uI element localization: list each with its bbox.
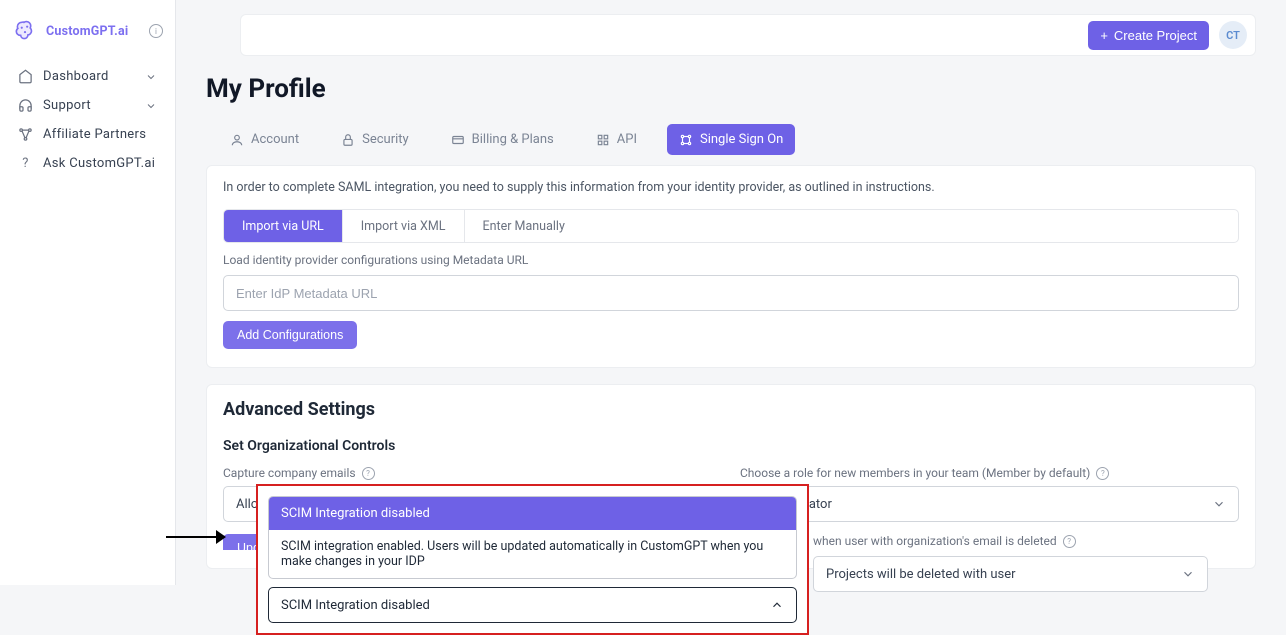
brand-logo[interactable]: CustomGPT.ai i xyxy=(12,18,163,44)
sidebar-item-dashboard[interactable]: Dashboard xyxy=(12,62,163,91)
subtab-import-xml[interactable]: Import via XML xyxy=(343,210,465,242)
sidebar: CustomGPT.ai i Dashboard Support Affilia… xyxy=(0,0,176,585)
subtab-label: Enter Manually xyxy=(483,219,565,234)
advanced-settings-title: Advanced Settings xyxy=(223,399,1239,420)
network-icon xyxy=(18,127,33,142)
tab-label: Billing & Plans xyxy=(472,132,554,147)
sidebar-label: Ask CustomGPT.ai xyxy=(43,156,155,171)
tab-account[interactable]: Account xyxy=(218,124,311,155)
label-text: when user with organization's email is d… xyxy=(813,534,1057,548)
add-configurations-label: Add Configurations xyxy=(237,328,343,342)
delete-user-column: when user with organization's email is d… xyxy=(813,534,1208,592)
scim-option-disabled[interactable]: SCIM Integration disabled xyxy=(269,497,796,530)
metadata-hint: Load identity provider configurations us… xyxy=(223,253,1239,267)
scim-dropdown-panel: SCIM Integration disabled SCIM integrati… xyxy=(256,484,809,635)
label-text: Capture company emails xyxy=(223,466,356,480)
scim-option-enabled[interactable]: SCIM integration enabled. Users will be … xyxy=(269,530,796,578)
option-label: SCIM integration enabled. Users will be … xyxy=(281,539,763,569)
scim-select[interactable]: SCIM Integration disabled xyxy=(268,587,797,623)
headphones-icon xyxy=(18,98,33,113)
role-label: Choose a role for new members in your te… xyxy=(740,466,1239,480)
create-project-label: Create Project xyxy=(1114,28,1197,43)
avatar[interactable]: CT xyxy=(1219,21,1247,49)
tab-label: Account xyxy=(251,132,299,147)
profile-tabs: Account Security Billing & Plans API Sin… xyxy=(206,124,1256,155)
select-value: SCIM Integration disabled xyxy=(281,598,430,613)
sidebar-label: Support xyxy=(43,98,91,113)
annotation-arrow xyxy=(166,529,226,545)
lock-icon xyxy=(341,133,355,147)
idp-metadata-url-input[interactable] xyxy=(223,275,1239,311)
subtab-enter-manually[interactable]: Enter Manually xyxy=(465,210,583,242)
delete-behavior-label: when user with organization's email is d… xyxy=(813,534,1208,548)
help-icon[interactable]: ? xyxy=(1096,467,1109,480)
capture-emails-label: Capture company emails ? xyxy=(223,466,722,480)
sidebar-item-ask[interactable]: ? Ask CustomGPT.ai xyxy=(12,149,163,178)
org-controls-title: Set Organizational Controls xyxy=(223,438,1239,454)
plus-icon: + xyxy=(1100,28,1108,43)
brand-name: CustomGPT.ai xyxy=(46,24,128,39)
saml-info-text: In order to complete SAML integration, y… xyxy=(223,180,1239,195)
subtab-import-url[interactable]: Import via URL xyxy=(224,210,343,242)
chevron-up-icon xyxy=(770,598,784,612)
tab-label: API xyxy=(617,132,637,147)
scim-options-list: SCIM Integration disabled SCIM integrati… xyxy=(268,496,797,579)
tab-label: Security xyxy=(362,132,409,147)
sidebar-label: Dashboard xyxy=(43,69,109,84)
delete-behavior-select[interactable]: Projects will be deleted with user xyxy=(813,556,1208,592)
saml-card: In order to complete SAML integration, y… xyxy=(206,165,1256,368)
card-icon xyxy=(451,133,465,147)
help-icon[interactable]: ? xyxy=(362,467,375,480)
person-icon xyxy=(230,133,244,147)
label-text: Choose a role for new members in your te… xyxy=(740,466,1090,480)
chevron-down-icon xyxy=(145,100,157,112)
topbar: + Create Project CT xyxy=(240,14,1256,56)
page-title: My Profile xyxy=(206,74,1256,104)
brain-icon xyxy=(12,18,38,44)
add-configurations-button[interactable]: Add Configurations xyxy=(223,321,357,349)
option-label: SCIM Integration disabled xyxy=(281,506,430,521)
chevron-down-icon xyxy=(1212,497,1226,511)
tab-sso[interactable]: Single Sign On xyxy=(667,124,795,155)
sidebar-item-affiliate[interactable]: Affiliate Partners xyxy=(12,120,163,149)
tab-api[interactable]: API xyxy=(584,124,649,155)
tab-label: Single Sign On xyxy=(700,132,783,147)
subtab-label: Import via XML xyxy=(361,219,446,234)
create-project-button[interactable]: + Create Project xyxy=(1088,21,1209,50)
chevron-down-icon xyxy=(145,71,157,83)
subtab-label: Import via URL xyxy=(242,219,324,234)
help-icon[interactable]: ? xyxy=(1063,535,1076,548)
select-value: Projects will be deleted with user xyxy=(826,567,1016,582)
tab-billing[interactable]: Billing & Plans xyxy=(439,124,566,155)
home-icon xyxy=(18,69,33,84)
sidebar-item-support[interactable]: Support xyxy=(12,91,163,120)
tab-security[interactable]: Security xyxy=(329,124,421,155)
info-icon[interactable]: i xyxy=(149,24,163,38)
import-subtabs: Import via URL Import via XML Enter Manu… xyxy=(223,209,1239,243)
code-icon xyxy=(596,133,610,147)
question-icon: ? xyxy=(18,156,33,171)
chevron-down-icon xyxy=(1181,567,1195,581)
sso-icon xyxy=(679,133,693,147)
sidebar-label: Affiliate Partners xyxy=(43,127,146,142)
role-select[interactable]: Administrator xyxy=(740,486,1239,522)
